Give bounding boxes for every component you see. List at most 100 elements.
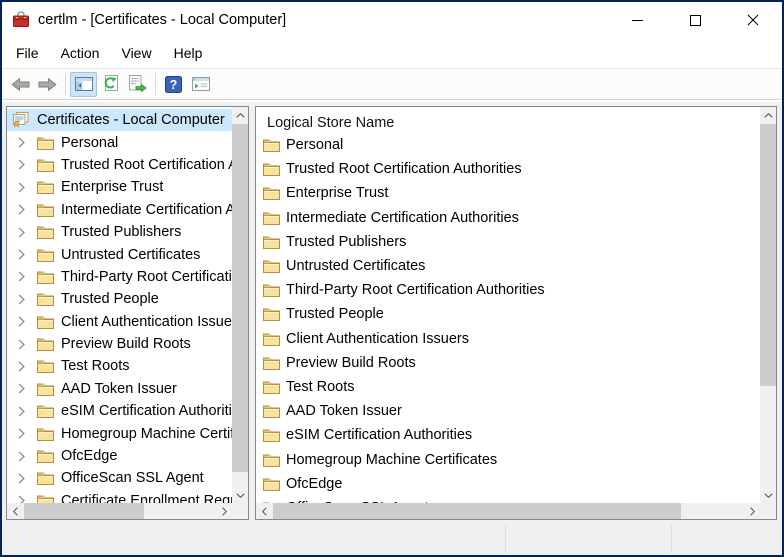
list-vscroll-thumb[interactable] xyxy=(760,124,776,386)
folder-icon xyxy=(37,270,54,284)
tree-item[interactable]: Trusted Root Certification Authorities xyxy=(7,154,232,176)
window-title: certlm - [Certificates - Local Computer] xyxy=(38,12,286,28)
folder-icon xyxy=(263,356,280,370)
tree-item[interactable]: Untrusted Certificates xyxy=(7,243,232,265)
list-item[interactable]: Untrusted Certificates xyxy=(260,254,760,278)
tree-item[interactable]: Test Roots xyxy=(7,355,232,377)
chevron-right-icon[interactable] xyxy=(18,473,30,484)
menu-view[interactable]: View xyxy=(110,40,162,66)
menu-bar: File Action View Help xyxy=(2,38,782,68)
list-item[interactable]: Enterprise Trust xyxy=(260,181,760,205)
scroll-down-icon[interactable] xyxy=(760,487,776,503)
scroll-up-icon[interactable] xyxy=(232,107,248,123)
tree-item[interactable]: AAD Token Issuer xyxy=(7,378,232,400)
menu-help[interactable]: Help xyxy=(163,40,214,66)
chevron-right-icon[interactable] xyxy=(18,159,30,170)
tree-item[interactable]: Client Authentication Issuers xyxy=(7,311,232,333)
tree-item-label: AAD Token Issuer xyxy=(61,381,177,397)
tree-item-label: Trusted Root Certification Authorities xyxy=(61,157,232,173)
list-item[interactable]: Test Roots xyxy=(260,375,760,399)
tree-item[interactable]: Personal xyxy=(7,131,232,153)
list-item[interactable]: Client Authentication Issuers xyxy=(260,327,760,351)
chevron-right-icon[interactable] xyxy=(18,294,30,305)
list-item-label: Untrusted Certificates xyxy=(286,258,425,274)
chevron-right-icon[interactable] xyxy=(18,204,30,215)
tree-item[interactable]: Intermediate Certification Authorities xyxy=(7,199,232,221)
tree-item[interactable]: Homegroup Machine Certificates xyxy=(7,422,232,444)
tree-hscroll-thumb[interactable] xyxy=(24,503,144,519)
chevron-right-icon[interactable] xyxy=(18,316,30,327)
chevron-right-icon[interactable] xyxy=(18,137,30,148)
tree-item-label: OfficeScan SSL Agent xyxy=(61,470,204,486)
chevron-right-icon[interactable] xyxy=(18,182,30,193)
scroll-down-icon[interactable] xyxy=(232,487,248,503)
folder-icon xyxy=(37,315,54,329)
list-item[interactable]: Personal xyxy=(260,133,760,157)
chevron-right-icon[interactable] xyxy=(18,361,30,372)
column-header-logical-store-name[interactable]: Logical Store Name xyxy=(260,113,760,133)
console-tree: Certificates - Local Computer Personal T… xyxy=(7,107,232,503)
list-item[interactable]: eSIM Certification Authorities xyxy=(260,423,760,447)
maximize-button[interactable] xyxy=(666,2,724,38)
list-item[interactable]: OfficeScan SSL Agent xyxy=(260,496,760,503)
tree-item[interactable]: Certificate Enrollment Requests xyxy=(7,490,232,503)
forward-button[interactable] xyxy=(34,72,61,97)
help-button[interactable]: ? xyxy=(160,72,187,97)
scroll-left-icon[interactable] xyxy=(256,503,272,519)
list-item-label: eSIM Certification Authorities xyxy=(286,427,472,443)
list-item[interactable]: Intermediate Certification Authorities xyxy=(260,206,760,230)
menu-action[interactable]: Action xyxy=(50,40,111,66)
list-item[interactable]: AAD Token Issuer xyxy=(260,399,760,423)
folder-icon xyxy=(263,186,280,200)
menu-file[interactable]: File xyxy=(5,40,50,66)
refresh-button[interactable] xyxy=(97,72,124,97)
list-item-label: Test Roots xyxy=(286,379,355,395)
list-vertical-scrollbar[interactable] xyxy=(760,107,776,503)
tree-item[interactable]: OfcEdge xyxy=(7,445,232,467)
tree-horizontal-scrollbar[interactable] xyxy=(7,503,232,519)
list-item[interactable]: OfcEdge xyxy=(260,472,760,496)
back-button[interactable] xyxy=(7,72,34,97)
scroll-up-icon[interactable] xyxy=(760,107,776,123)
chevron-right-icon[interactable] xyxy=(18,428,30,439)
list-horizontal-scrollbar[interactable] xyxy=(256,503,760,519)
tree-item[interactable]: Trusted Publishers xyxy=(7,221,232,243)
tree-item[interactable]: Trusted People xyxy=(7,288,232,310)
scroll-right-icon[interactable] xyxy=(744,503,760,519)
tree-item[interactable]: OfficeScan SSL Agent xyxy=(7,467,232,489)
export-list-button[interactable] xyxy=(124,72,151,97)
show-console-tree-button[interactable] xyxy=(70,72,97,97)
chevron-right-icon[interactable] xyxy=(18,339,30,350)
mmc-app-icon xyxy=(12,11,30,29)
close-button[interactable] xyxy=(724,2,782,38)
tree-root-certificates-local-computer[interactable]: Certificates - Local Computer xyxy=(7,109,232,131)
folder-icon xyxy=(37,359,54,373)
tree-vertical-scrollbar[interactable] xyxy=(232,107,248,503)
show-action-pane-button[interactable] xyxy=(187,72,214,97)
minimize-button[interactable] xyxy=(608,2,666,38)
chevron-right-icon[interactable] xyxy=(18,271,30,282)
chevron-right-icon[interactable] xyxy=(18,227,30,238)
scroll-left-icon[interactable] xyxy=(7,503,23,519)
tree-item[interactable]: eSIM Certification Authorities xyxy=(7,400,232,422)
list-item[interactable]: Trusted Root Certification Authorities xyxy=(260,157,760,181)
list-item[interactable]: Trusted People xyxy=(260,302,760,326)
chevron-right-icon[interactable] xyxy=(18,406,30,417)
chevron-right-icon[interactable] xyxy=(18,249,30,260)
list-item[interactable]: Preview Build Roots xyxy=(260,351,760,375)
tree-item[interactable]: Preview Build Roots xyxy=(7,333,232,355)
tree-item-label: OfcEdge xyxy=(61,448,117,464)
chevron-right-icon[interactable] xyxy=(18,451,30,462)
list-item[interactable]: Trusted Publishers xyxy=(260,230,760,254)
tree-item[interactable]: Third-Party Root Certification Authoriti… xyxy=(7,266,232,288)
folder-icon xyxy=(37,180,54,194)
list-item[interactable]: Homegroup Machine Certificates xyxy=(260,447,760,471)
tree-vscroll-thumb[interactable] xyxy=(232,124,248,472)
list-hscroll-thumb[interactable] xyxy=(273,503,681,519)
folder-icon xyxy=(263,380,280,394)
tree-item[interactable]: Enterprise Trust xyxy=(7,176,232,198)
chevron-right-icon[interactable] xyxy=(18,495,30,503)
scroll-right-icon[interactable] xyxy=(216,503,232,519)
chevron-right-icon[interactable] xyxy=(18,383,30,394)
list-item[interactable]: Third-Party Root Certification Authoriti… xyxy=(260,278,760,302)
